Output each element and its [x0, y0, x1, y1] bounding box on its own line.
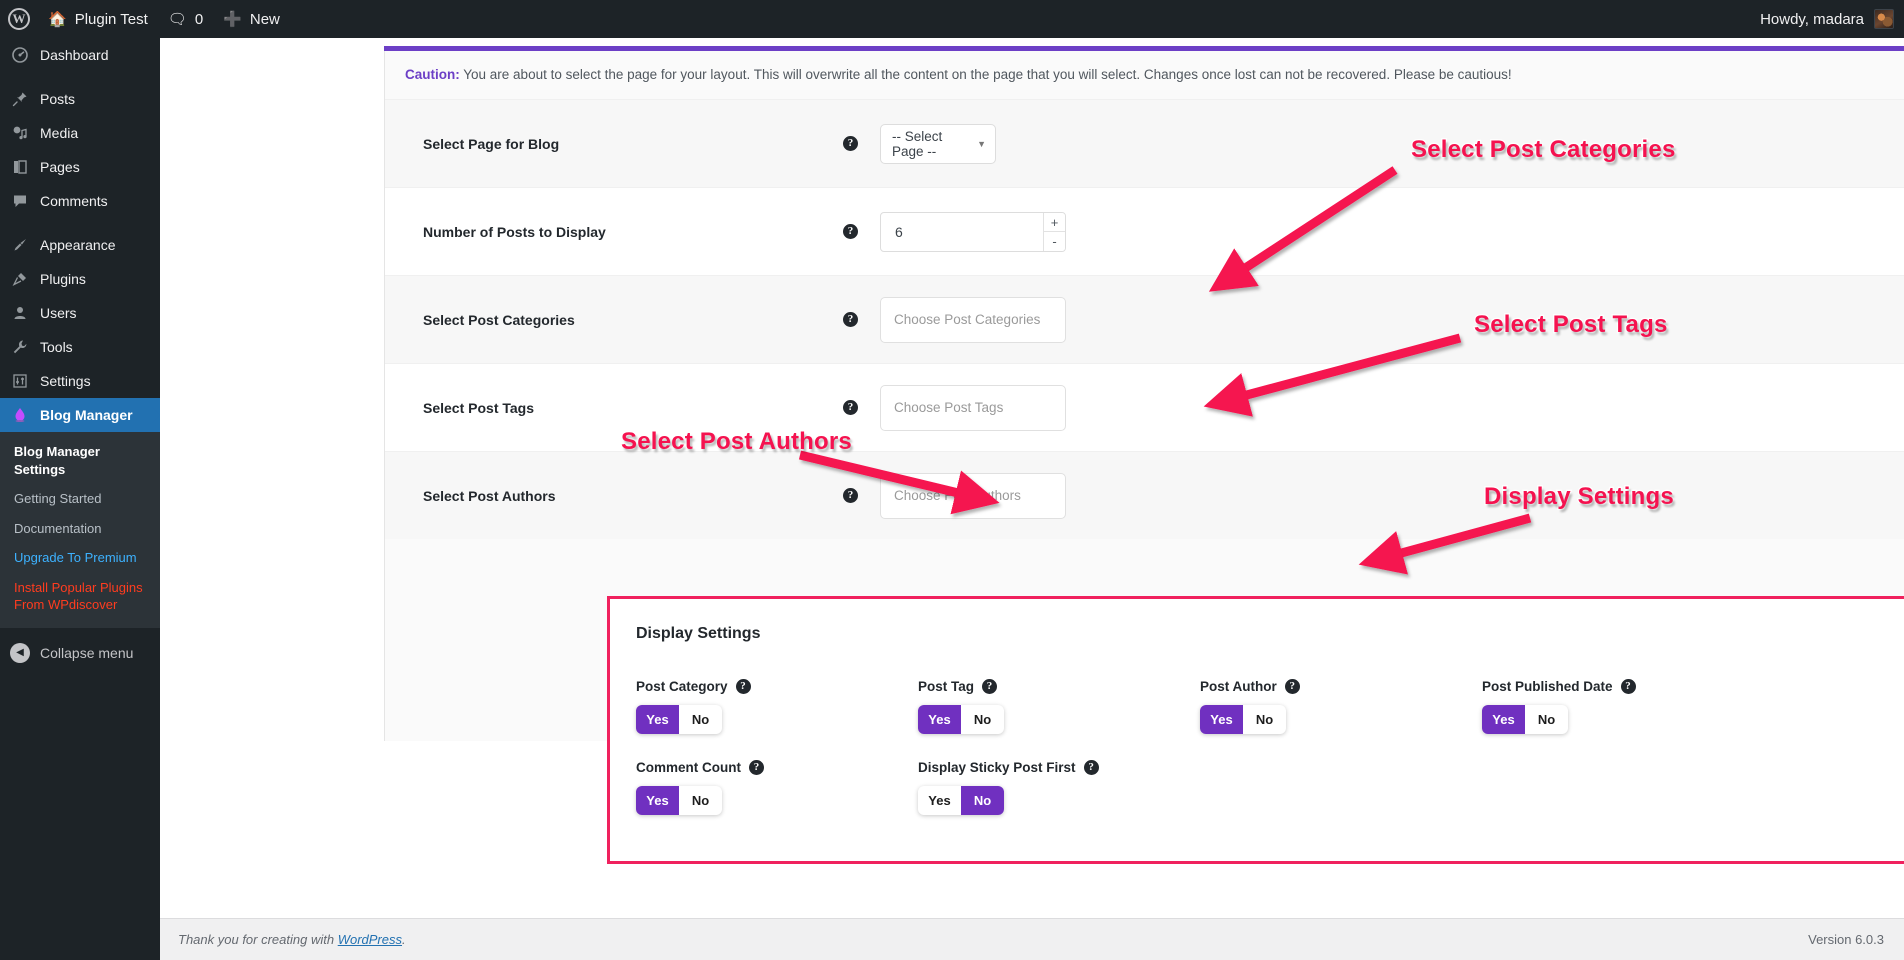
annotation-select-post-tags: Select Post Tags [1473, 310, 1669, 340]
arrow-to-display-settings [1358, 513, 1532, 575]
arrow-to-post-authors [798, 450, 1000, 515]
annotation-select-post-categories: Select Post Categories [1410, 135, 1677, 165]
arrow-to-post-categories [1208, 166, 1398, 292]
annotation-display-settings: Display Settings [1483, 482, 1675, 512]
arrow-to-post-tags [1203, 333, 1462, 417]
annotation-select-post-authors: Select Post Authors [620, 427, 853, 457]
